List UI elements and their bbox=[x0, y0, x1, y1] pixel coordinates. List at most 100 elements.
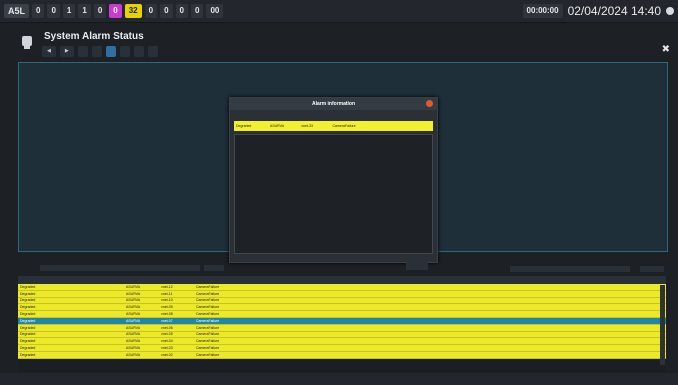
status-chip-7[interactable]: 0 bbox=[144, 4, 158, 18]
modal-close-icon[interactable] bbox=[426, 100, 433, 107]
tab-forward[interactable]: ▶ bbox=[59, 46, 74, 57]
cell-priority: Degraded bbox=[20, 298, 36, 303]
cell-equipment: vnet-03 bbox=[161, 346, 173, 351]
cell-subsystem: ASURVA bbox=[126, 332, 141, 337]
cell-alert: CameraFailure bbox=[196, 352, 220, 357]
cell-priority: Degraded bbox=[20, 339, 36, 344]
alarm-information-modal: Alarm information Degraded ASURVA vnet-3… bbox=[229, 97, 438, 263]
modal-col-subsystem bbox=[268, 113, 299, 120]
app-logo: A5L bbox=[4, 4, 30, 18]
alarm-icon bbox=[20, 34, 34, 50]
table-row[interactable]: Degraded ASURVA vnet-11 CameraFailure bbox=[18, 290, 666, 298]
cell-equipment: vnet-10 bbox=[161, 298, 173, 303]
tab-2[interactable] bbox=[77, 46, 88, 57]
cell-equipment: vnet-05 bbox=[161, 332, 173, 337]
tab-back[interactable]: ◀ bbox=[42, 46, 56, 57]
cell-alert: CameraFailure bbox=[196, 318, 220, 323]
table-header bbox=[18, 276, 666, 284]
modal-priority: Degraded bbox=[236, 124, 252, 128]
cell-equipment: vnet-12 bbox=[161, 284, 173, 289]
cell-alert: CameraFailure bbox=[196, 312, 220, 317]
status-chip-3[interactable]: 1 bbox=[78, 4, 91, 18]
modal-col-equipment bbox=[299, 113, 330, 120]
cell-alert: CameraFailure bbox=[196, 291, 220, 296]
cell-alert: CameraFailure bbox=[196, 332, 220, 337]
page-header: System Alarm Status ◀ ▶ ✖ bbox=[20, 30, 678, 62]
modal-subsystem: ASURVA bbox=[269, 124, 285, 128]
cell-subsystem: ASURVA bbox=[126, 325, 141, 330]
cell-alert: CameraFailure bbox=[196, 284, 220, 289]
table-row[interactable]: Degraded ASURVA vnet-04 CameraFailure bbox=[18, 338, 666, 346]
cell-equipment: vnet-09 bbox=[161, 305, 173, 310]
status-chip-1[interactable]: 0 bbox=[47, 4, 60, 18]
cell-subsystem: ASURVA bbox=[126, 352, 141, 357]
filter-select[interactable] bbox=[40, 265, 200, 271]
modal-table-header bbox=[234, 113, 433, 120]
status-chip-11[interactable]: 00 bbox=[206, 4, 224, 18]
status-chip-pink[interactable]: 0 bbox=[109, 4, 122, 18]
cell-subsystem: ASURVA bbox=[126, 305, 141, 310]
page-title: System Alarm Status bbox=[44, 31, 144, 42]
cell-equipment: vnet-04 bbox=[161, 339, 173, 344]
tab-6[interactable] bbox=[133, 46, 144, 57]
cell-equipment: vnet-06 bbox=[161, 325, 173, 330]
modal-col-alert bbox=[331, 113, 375, 120]
cell-subsystem: ASURVA bbox=[126, 298, 141, 303]
modal-alert: CameraFailure bbox=[332, 124, 356, 128]
modal-details bbox=[234, 134, 433, 254]
cell-priority: Degraded bbox=[20, 318, 36, 323]
modal-alarm-row[interactable]: Degraded ASURVA vnet-33 CameraFailure bbox=[234, 121, 433, 131]
cell-priority: Degraded bbox=[20, 312, 36, 317]
table-row[interactable]: Degraded ASURVA vnet-09 CameraFailure bbox=[18, 304, 666, 312]
search-input[interactable] bbox=[510, 266, 630, 272]
table-row[interactable]: Degraded ASURVA vnet-07 CameraFailure bbox=[18, 317, 666, 325]
table-row[interactable]: Degraded ASURVA vnet-08 CameraFailure bbox=[18, 311, 666, 318]
power-icon[interactable] bbox=[666, 7, 674, 15]
cell-subsystem: ASURVA bbox=[126, 318, 141, 323]
bottom-toolbar bbox=[0, 373, 678, 385]
timer-chip[interactable]: 00:00:00 bbox=[522, 4, 563, 18]
cell-subsystem: ASURVA bbox=[126, 346, 141, 351]
cell-priority: Degraded bbox=[20, 284, 36, 289]
cell-subsystem: ASURVA bbox=[126, 312, 141, 317]
tab-5[interactable] bbox=[119, 46, 130, 57]
close-icon[interactable]: ✖ bbox=[662, 44, 670, 55]
status-chip-0[interactable]: 0 bbox=[32, 4, 45, 18]
tab-alarm-information[interactable] bbox=[105, 46, 116, 57]
cell-priority: Degraded bbox=[20, 332, 36, 337]
modal-title-text: Alarm information bbox=[311, 101, 356, 107]
filter-left-button[interactable] bbox=[204, 265, 224, 271]
cell-alert: CameraFailure bbox=[196, 346, 220, 351]
tab-7[interactable] bbox=[147, 46, 158, 57]
header-tabs: ◀ ▶ bbox=[42, 46, 158, 57]
cell-equipment: vnet-02 bbox=[161, 352, 173, 357]
modal-title: Alarm information bbox=[230, 98, 437, 110]
cell-equipment: vnet-11 bbox=[161, 291, 173, 296]
table-row[interactable]: Degraded ASURVA vnet-10 CameraFailure bbox=[18, 297, 666, 305]
table-scrollbar[interactable] bbox=[660, 285, 665, 365]
modal-col-priority bbox=[234, 113, 268, 120]
tab-3[interactable] bbox=[91, 46, 102, 57]
cell-alert: CameraFailure bbox=[196, 298, 220, 303]
cell-equipment: vnet-08 bbox=[161, 312, 173, 317]
cell-priority: Degraded bbox=[20, 325, 36, 330]
status-chip-10[interactable]: 0 bbox=[191, 4, 204, 18]
cell-equipment: vnet-07 bbox=[161, 318, 173, 323]
table-row[interactable]: Degraded ASURVA vnet-02 CameraFailure bbox=[18, 351, 666, 359]
table-row[interactable]: Degraded ASURVA vnet-05 CameraFailure bbox=[18, 331, 666, 339]
table-row[interactable]: Degraded ASURVA vnet-12 CameraFailure bbox=[18, 284, 666, 291]
table-row[interactable]: Degraded ASURVA vnet-06 CameraFailure bbox=[18, 324, 666, 332]
status-chip-yellow[interactable]: 32 bbox=[124, 4, 142, 18]
table-row[interactable]: Degraded ASURVA vnet-03 CameraFailure bbox=[18, 345, 666, 352]
status-chip-2[interactable]: 1 bbox=[62, 4, 76, 18]
cell-priority: Degraded bbox=[20, 305, 36, 310]
status-chip-4[interactable]: 0 bbox=[93, 4, 107, 18]
clear-button[interactable] bbox=[406, 262, 428, 270]
cell-alert: CameraFailure bbox=[196, 339, 220, 344]
status-chip-8[interactable]: 0 bbox=[160, 4, 173, 18]
filter-right-button[interactable] bbox=[640, 266, 664, 272]
cell-alert: CameraFailure bbox=[196, 305, 220, 310]
cell-subsystem: ASURVA bbox=[126, 339, 141, 344]
modal-equipment: vnet-33 bbox=[301, 124, 313, 128]
status-chip-9[interactable]: 0 bbox=[175, 4, 188, 18]
